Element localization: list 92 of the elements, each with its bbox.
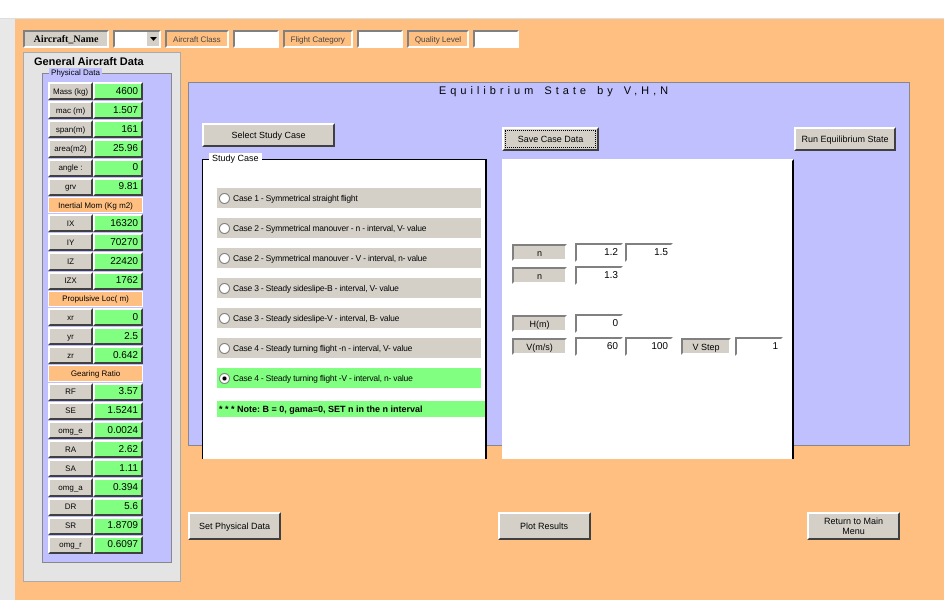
input-field[interactable]: 1.3: [575, 266, 623, 285]
value-field[interactable]: 161: [93, 120, 143, 138]
field-label: Mass (kg): [48, 82, 93, 100]
field-label: SA: [48, 459, 93, 478]
input-field[interactable]: 1.2: [575, 243, 623, 262]
aircraft-class-field[interactable]: [232, 30, 279, 48]
value-field[interactable]: 25.96: [93, 139, 143, 158]
action-button[interactable]: Plot Results: [498, 512, 590, 540]
aircraft-class-label: Aircraft Class: [165, 30, 229, 48]
parameter-label: V Step: [681, 338, 731, 355]
panel-title: General Aircraft Data: [33, 55, 145, 68]
value-field[interactable]: 0: [93, 308, 143, 326]
flight-category-field[interactable]: [356, 30, 403, 48]
radio-option[interactable]: Case 4 - Steady turning flight -n - interval, V- value: [217, 338, 481, 358]
value-field[interactable]: 0.642: [93, 346, 143, 364]
quality-level-label: Quality Level: [406, 30, 470, 48]
field-label: DR: [48, 498, 93, 516]
note-text: * * * Note: B = 0, gama=0, SET n in the n interval: [217, 401, 485, 417]
section-header: Gearing Ratio: [48, 365, 143, 382]
input-field[interactable]: 0: [575, 314, 623, 333]
field-label: RF: [48, 382, 93, 401]
aircraft-name-dropdown[interactable]: [113, 30, 161, 48]
value-field[interactable]: 0.0024: [93, 421, 143, 440]
radio-icon[interactable]: [219, 342, 230, 354]
value-field[interactable]: 1.8709: [93, 516, 143, 535]
parameter-label: n: [512, 244, 567, 261]
action-button[interactable]: Set Physical Data: [188, 512, 281, 540]
quality-level-field[interactable]: [473, 30, 520, 48]
field-label: xr: [48, 308, 93, 326]
select-study-case-button[interactable]: Select Study Case: [202, 123, 335, 147]
radio-icon[interactable]: [219, 282, 230, 294]
value-field[interactable]: 2.5: [93, 327, 143, 346]
panel-title: Equilibrium State by V,H,N: [438, 85, 674, 97]
value-field[interactable]: 1.507: [93, 101, 143, 120]
parameter-label: H(m): [512, 315, 567, 332]
action-button[interactable]: Return to Main Menu: [807, 512, 900, 540]
radio-icon[interactable]: [219, 252, 230, 264]
group-title: Study Case: [209, 153, 262, 163]
radio-icon[interactable]: [219, 222, 230, 234]
parameter-label: V(m/s): [512, 338, 567, 355]
group-title: Physical Data: [49, 68, 102, 77]
field-label: area(m2): [48, 139, 93, 158]
radio-icon[interactable]: [219, 312, 230, 324]
section-header: Inertial Mom (Kg m2): [48, 196, 143, 214]
input-field[interactable]: 1.5: [625, 243, 673, 262]
field-label: omg_r: [48, 536, 93, 554]
value-field[interactable]: 0.6097: [93, 536, 143, 554]
field-label: angle :: [48, 158, 93, 177]
field-label: yr: [48, 327, 93, 346]
input-field[interactable]: 60: [575, 337, 623, 356]
field-label: mac (m): [48, 101, 93, 120]
value-field[interactable]: 0: [93, 158, 143, 177]
input-field[interactable]: 1: [735, 337, 783, 356]
field-label: grv: [48, 178, 93, 196]
radio-option[interactable]: Case 4 - Steady turning flight -V - interval, n- value: [217, 368, 481, 388]
value-field[interactable]: 4600: [93, 82, 143, 100]
radio-icon[interactable]: [219, 372, 230, 384]
section-header: Propulsive Loc( m): [48, 290, 143, 308]
field-label: SR: [48, 516, 93, 535]
value-field[interactable]: 22420: [93, 252, 143, 271]
field-label: IY: [48, 233, 93, 252]
field-label: IZ: [48, 252, 93, 271]
flight-category-label: Flight Category: [282, 30, 353, 48]
save-case-data-button[interactable]: Save Case Data: [502, 127, 599, 151]
value-field[interactable]: 1.5241: [93, 402, 143, 420]
field-label: IZX: [48, 272, 93, 290]
value-field[interactable]: 5.6: [93, 498, 143, 516]
field-label: SE: [48, 402, 93, 420]
field-label: omg_a: [48, 478, 93, 497]
value-field[interactable]: 9.81: [93, 178, 143, 196]
radio-option[interactable]: Case 2 - Symmetrical manouver - n - interval, V- value: [217, 218, 481, 238]
field-label: RA: [48, 440, 93, 458]
radio-option[interactable]: Case 2 - Symmetrical manouver - V - interval, n- value: [217, 248, 481, 268]
parameter-label: n: [512, 267, 567, 284]
value-field[interactable]: 0.394: [93, 478, 143, 497]
value-field[interactable]: 1762: [93, 272, 143, 290]
radio-option[interactable]: Case 1 - Symmetrical straight flight: [217, 188, 481, 208]
field-label: IX: [48, 214, 93, 232]
radio-option[interactable]: Case 3 - Steady sideslipe-B - interval, V- value: [217, 278, 481, 298]
value-field[interactable]: 1.11: [93, 459, 143, 478]
aircraft-name-label: Aircraft_Name: [23, 30, 109, 48]
value-field[interactable]: 2.62: [93, 440, 143, 458]
input-field[interactable]: 100: [625, 337, 673, 356]
value-field[interactable]: 3.57: [93, 382, 143, 401]
value-field[interactable]: 70270: [93, 233, 143, 252]
run-equilibrium-button[interactable]: Run Equilibrium State: [794, 127, 896, 151]
radio-icon[interactable]: [219, 192, 230, 204]
field-label: omg_e: [48, 421, 93, 440]
field-label: span(m): [48, 120, 93, 138]
radio-option[interactable]: Case 3 - Steady sideslipe-V - interval, B- value: [217, 308, 481, 328]
field-label: zr: [48, 346, 93, 364]
value-field[interactable]: 16320: [93, 214, 143, 232]
